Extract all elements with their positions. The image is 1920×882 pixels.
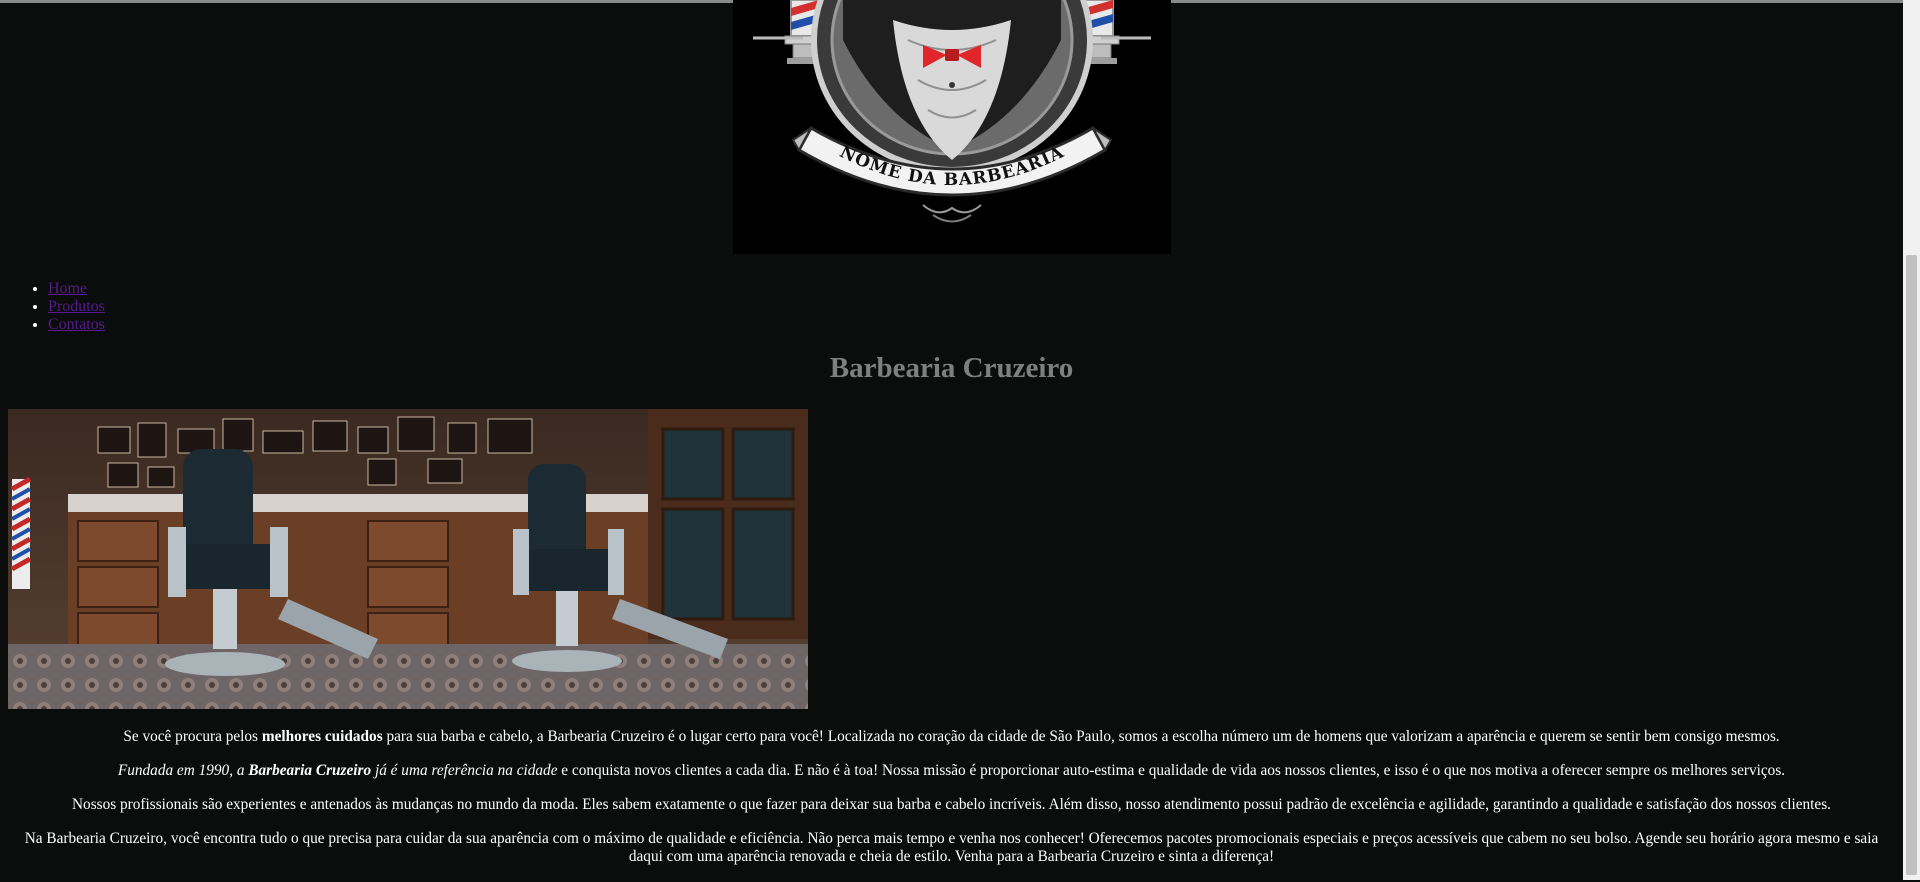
scrollbar-thumb[interactable] <box>1906 255 1917 875</box>
barbershop-photo-icon <box>8 409 808 709</box>
about-paragraph-4: Na Barbearia Cruzeiro, você encontra tud… <box>24 830 1879 865</box>
nav-link-contatos[interactable]: Contatos <box>48 316 105 333</box>
about-paragraph-3: Nossos profissionais são experientes e a… <box>72 796 1831 813</box>
barbershop-logo: NOME DA BARBEARIA <box>733 0 1171 254</box>
nav-link-produtos[interactable]: Produtos <box>48 298 105 315</box>
about-section: Se você procura pelos melhores cuidados … <box>8 728 1895 882</box>
about-paragraph-2: Fundada em 1990, a Barbearia Cruzeiro já… <box>117 762 1786 779</box>
nav-item-contatos: Contatos <box>48 316 105 334</box>
page-title: Barbearia Cruzeiro <box>829 352 1074 384</box>
nav-item-home: Home <box>48 280 105 298</box>
barbershop-photo <box>8 409 808 709</box>
main-nav: Home Produtos Contatos <box>0 280 105 334</box>
logo-emblem-icon: NOME DA BARBEARIA <box>753 0 1151 223</box>
page-scrollbar[interactable] <box>1903 0 1920 880</box>
about-paragraph-1: Se você procura pelos melhores cuidados … <box>123 728 1780 745</box>
nav-item-produtos: Produtos <box>48 298 105 316</box>
nav-link-home[interactable]: Home <box>48 280 87 297</box>
